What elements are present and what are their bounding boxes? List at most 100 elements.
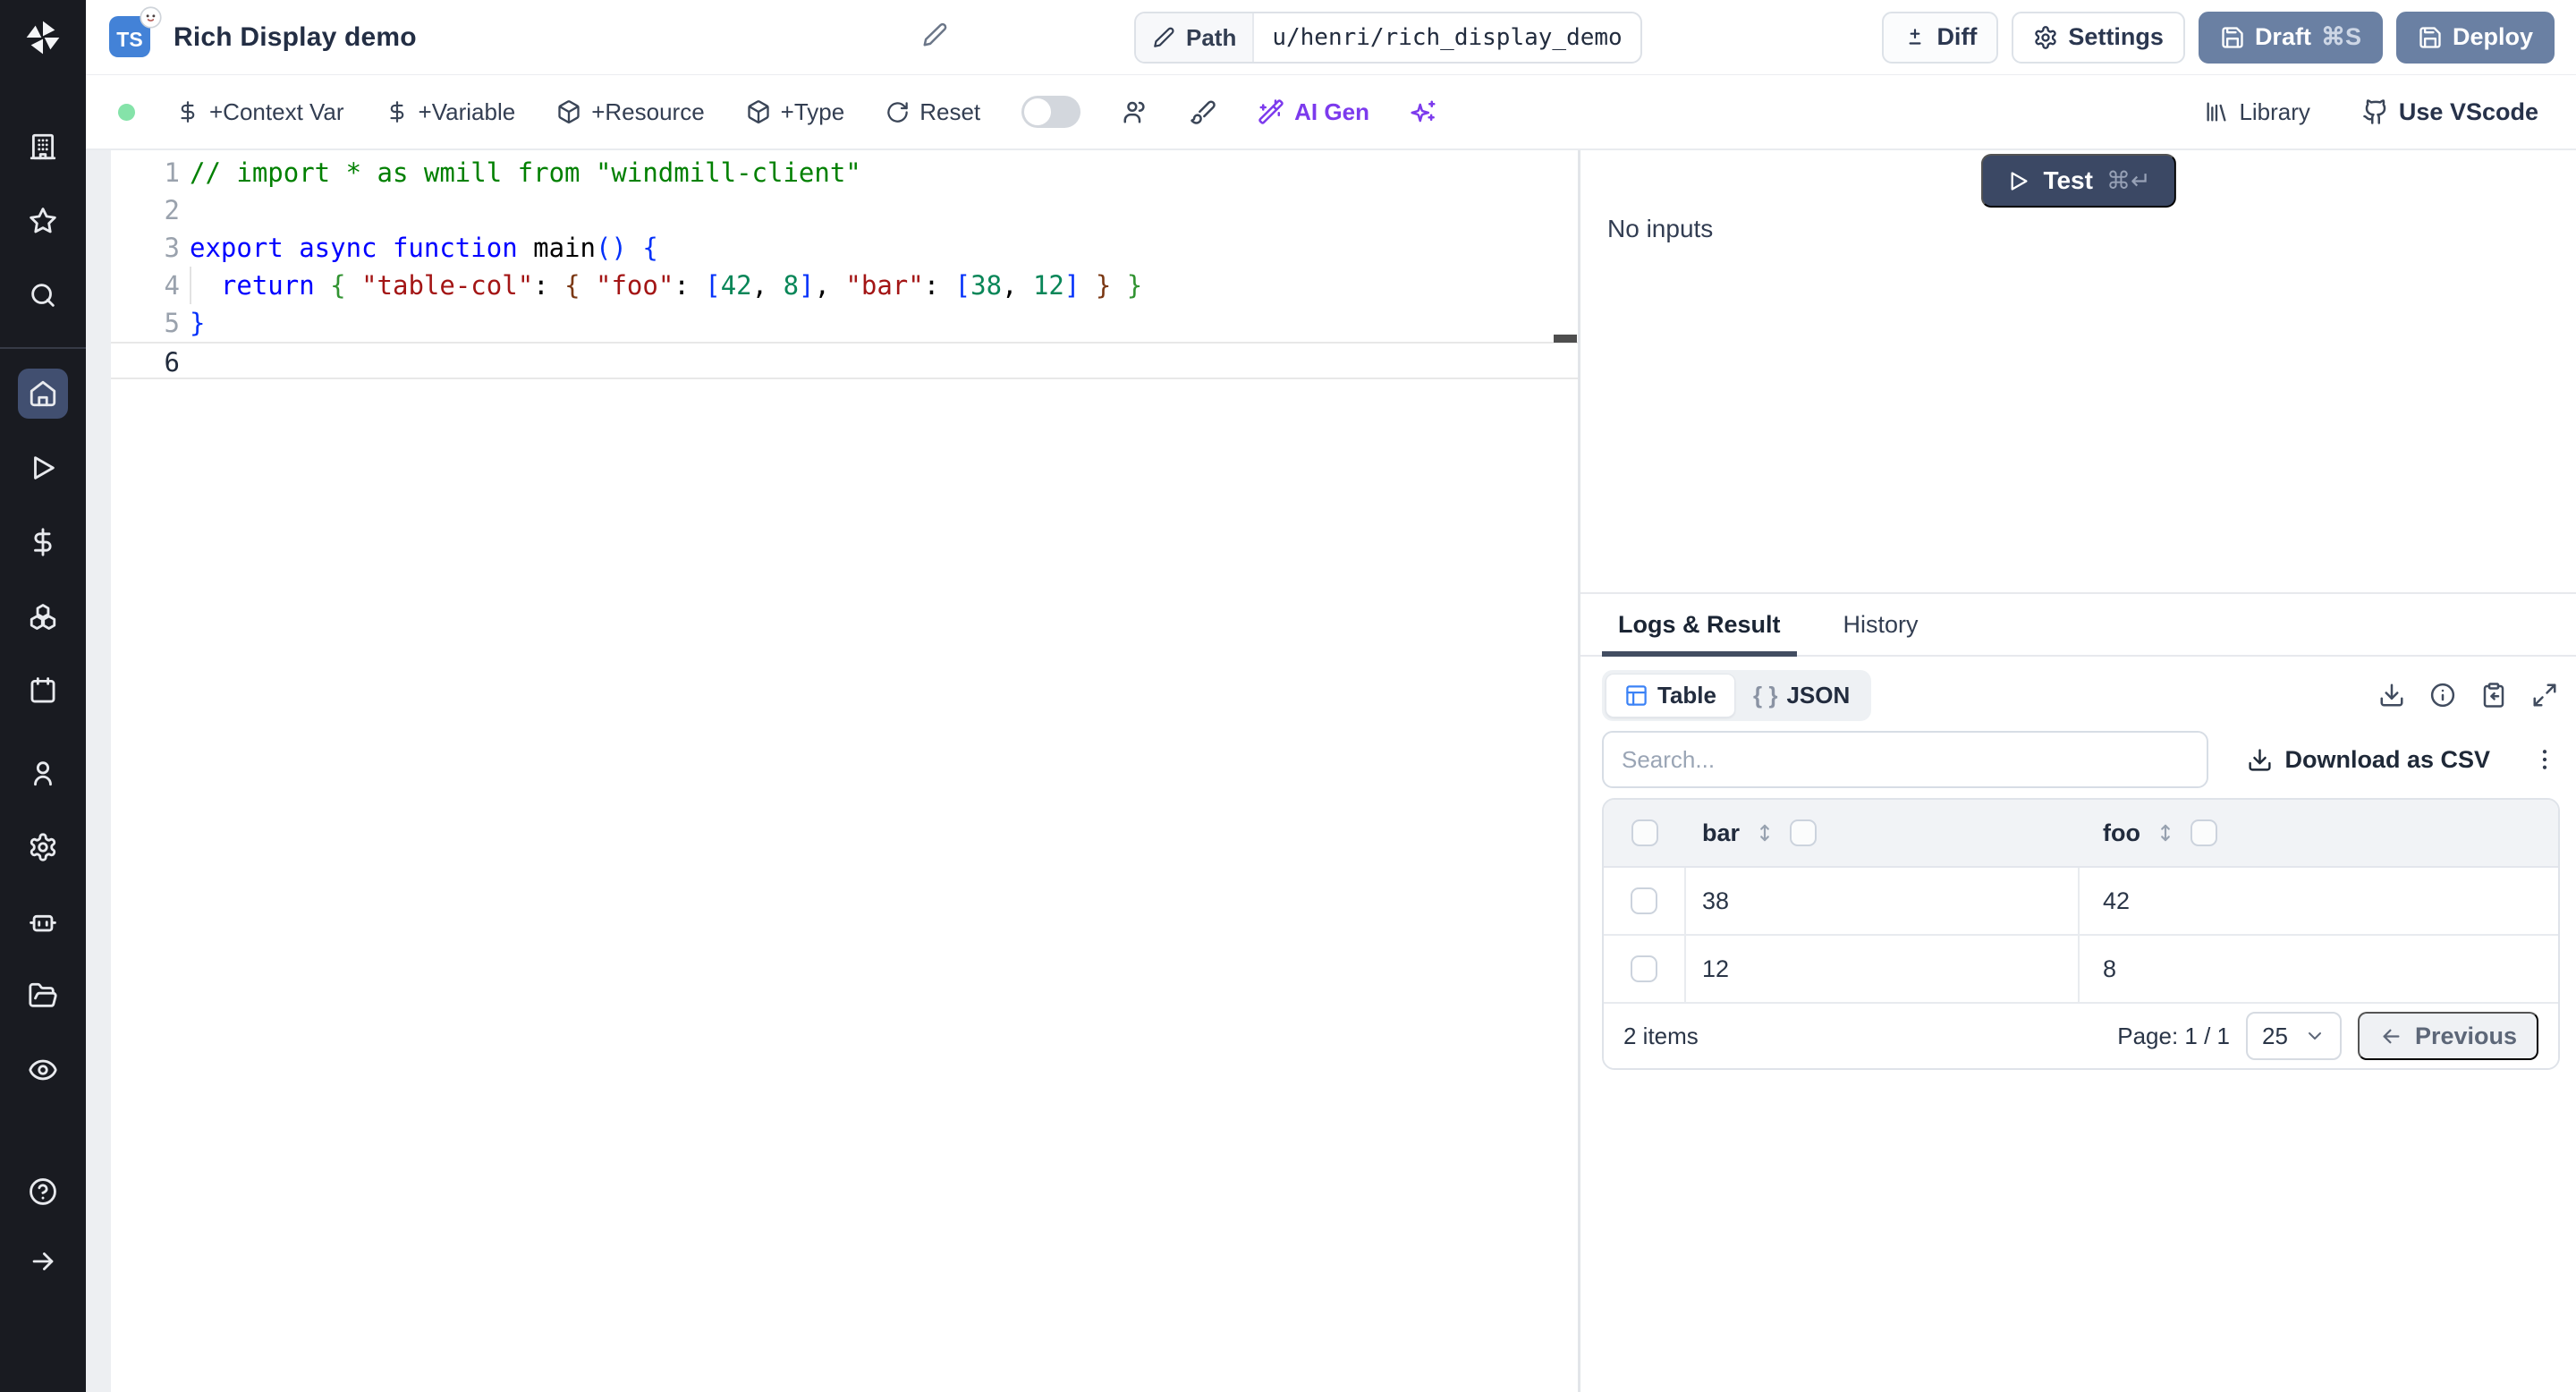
result-actions: [2378, 682, 2558, 709]
magic-wand-icon: [1258, 99, 1284, 124]
editor-gutter-strip: [86, 150, 111, 1392]
search-input[interactable]: [1602, 731, 2208, 788]
table-body: 38 42 12 8: [1604, 868, 2558, 1004]
save-icon: [2222, 26, 2243, 48]
test-button[interactable]: Test ⌘↵: [1980, 154, 2176, 208]
windmill-logo-icon[interactable]: [25, 0, 61, 75]
diff-button[interactable]: Diff: [1882, 11, 1999, 64]
sidebar-item-search[interactable]: [18, 270, 68, 320]
windmill-script-editor: TS Rich Display demo Path u/henri/rich_d…: [0, 0, 2576, 1392]
sidebar-item-arrow-right[interactable]: [18, 1236, 68, 1286]
cell-bar: 12: [1686, 936, 2080, 1002]
add-context-var-button[interactable]: +Context Var: [176, 98, 344, 126]
script-path-chip[interactable]: Path u/henri/rich_display_demo: [1134, 12, 1642, 64]
toggle-knob: [1024, 98, 1052, 125]
line-number: 6: [164, 347, 180, 378]
sidebar-item-building[interactable]: [18, 122, 68, 172]
sidebar-item-star[interactable]: [18, 196, 68, 246]
row-checkbox-cell: [1604, 936, 1686, 1002]
sparkles-icon: [1411, 100, 1436, 123]
previous-page-button[interactable]: Previous: [2357, 1012, 2538, 1060]
previous-label: Previous: [2414, 1022, 2517, 1049]
code-text: return { "table-col": { "foo": [42, 8], …: [220, 270, 1143, 301]
view-json-label: JSON: [1786, 681, 1851, 709]
calendar-icon: [30, 677, 55, 703]
use-vscode-button[interactable]: Use VScode: [2362, 98, 2538, 126]
settings-button[interactable]: Settings: [2012, 11, 2185, 64]
users-icon: [1123, 101, 1145, 123]
add-type-button[interactable]: +Type: [746, 98, 844, 126]
tab-history[interactable]: History: [1840, 594, 1922, 655]
sidebar-item-home[interactable]: [18, 369, 68, 419]
download-csv-button[interactable]: Download as CSV: [2247, 746, 2490, 774]
view-table-button[interactable]: Table: [1606, 673, 1735, 717]
reset-label: Reset: [919, 98, 981, 125]
code-line: 4 return { "table-col": { "foo": [42, 8]…: [111, 267, 1578, 304]
sort-icon[interactable]: [1753, 821, 1776, 845]
row-checkbox[interactable]: [1631, 955, 1657, 982]
select-all-checkbox[interactable]: [1631, 819, 1658, 846]
info-icon[interactable]: [2429, 682, 2456, 709]
package-icon: [558, 100, 580, 123]
page-size-select[interactable]: 25: [2246, 1012, 2342, 1060]
sidebar-item-user[interactable]: [18, 748, 68, 798]
draft-shortcut: ⌘S: [2320, 23, 2361, 50]
tab-logs-result[interactable]: Logs & Result: [1602, 594, 1796, 657]
sort-icon[interactable]: [2154, 821, 2177, 845]
edit-title-pencil-icon[interactable]: [921, 21, 948, 48]
sidebar-item-settings[interactable]: [18, 822, 68, 872]
code-editor[interactable]: 1 // import * as wmill from "windmill-cli…: [86, 150, 1578, 1392]
download-csv-label: Download as CSV: [2284, 745, 2490, 773]
paintbrush-icon: [1191, 100, 1216, 124]
add-resource-button[interactable]: +Resource: [556, 98, 705, 126]
diff-mode-toggle[interactable]: [1021, 96, 1081, 128]
sidebar-item-eye[interactable]: [18, 1045, 68, 1095]
code-text: }: [190, 308, 206, 338]
sidebar-item-bot[interactable]: [18, 896, 68, 946]
play-icon: [2011, 171, 2028, 191]
deploy-label: Deploy: [2452, 23, 2533, 50]
use-vscode-label: Use VScode: [2398, 98, 2538, 125]
table-row: 12 8: [1604, 936, 2558, 1004]
sidebar-item-help[interactable]: [18, 1167, 68, 1217]
deploy-button[interactable]: Deploy: [2395, 11, 2555, 64]
col-bar-checkbox[interactable]: [1790, 819, 1818, 846]
view-json-button[interactable]: { } JSON: [1735, 675, 1868, 717]
multiplayer-button[interactable]: [1122, 98, 1148, 125]
sidebar-item-boxes[interactable]: [18, 591, 68, 641]
sidebar-item-play[interactable]: [18, 443, 68, 493]
home-icon: [30, 380, 56, 407]
library-button[interactable]: Library: [2204, 98, 2310, 126]
sidebar-item-calendar[interactable]: [18, 666, 68, 716]
col-foo-checkbox[interactable]: [2190, 819, 2217, 846]
cell-foo: 42: [2103, 887, 2131, 914]
folder-open-icon: [29, 982, 57, 1007]
format-code-button[interactable]: [1190, 98, 1216, 125]
building-icon: [30, 133, 56, 160]
braces-icon: { }: [1752, 681, 1778, 709]
path-value: u/henri/rich_display_demo: [1272, 24, 1623, 51]
download-icon[interactable]: [2378, 682, 2405, 709]
add-variable-button[interactable]: +Variable: [386, 98, 515, 126]
sidebar-item-dollar[interactable]: [18, 517, 68, 567]
code-line: 2: [111, 191, 1578, 229]
code-text: // import * as wmill from "windmill-clie…: [190, 157, 861, 188]
table-header-row: bar foo: [1604, 800, 2558, 868]
run-panel: Test ⌘↵ No inputs Logs & Result History …: [1580, 150, 2576, 1392]
library-icon: [2207, 102, 2226, 122]
clipboard-copy-icon[interactable]: [2480, 682, 2507, 709]
kebab-menu-icon[interactable]: [2531, 746, 2558, 773]
ai-gen-button[interactable]: AI Gen: [1258, 98, 1369, 126]
col-bar-label: bar: [1702, 819, 1741, 846]
reset-button[interactable]: Reset: [886, 98, 980, 126]
expand-icon[interactable]: [2531, 682, 2558, 709]
code-line: 3 export async function main() {: [111, 229, 1578, 267]
code-line: 5}: [111, 304, 1578, 342]
refresh-icon: [887, 101, 908, 123]
sidebar-item-folder-open[interactable]: [18, 971, 68, 1021]
diff-label: Diff: [1936, 23, 1978, 50]
draft-button[interactable]: Draft ⌘S: [2198, 11, 2383, 64]
ai-suggestions-button[interactable]: [1411, 98, 1437, 125]
row-checkbox[interactable]: [1631, 887, 1657, 914]
result-table: bar foo 38 42 12 8 2 items Page: 1 / 1 25: [1602, 798, 2560, 1070]
